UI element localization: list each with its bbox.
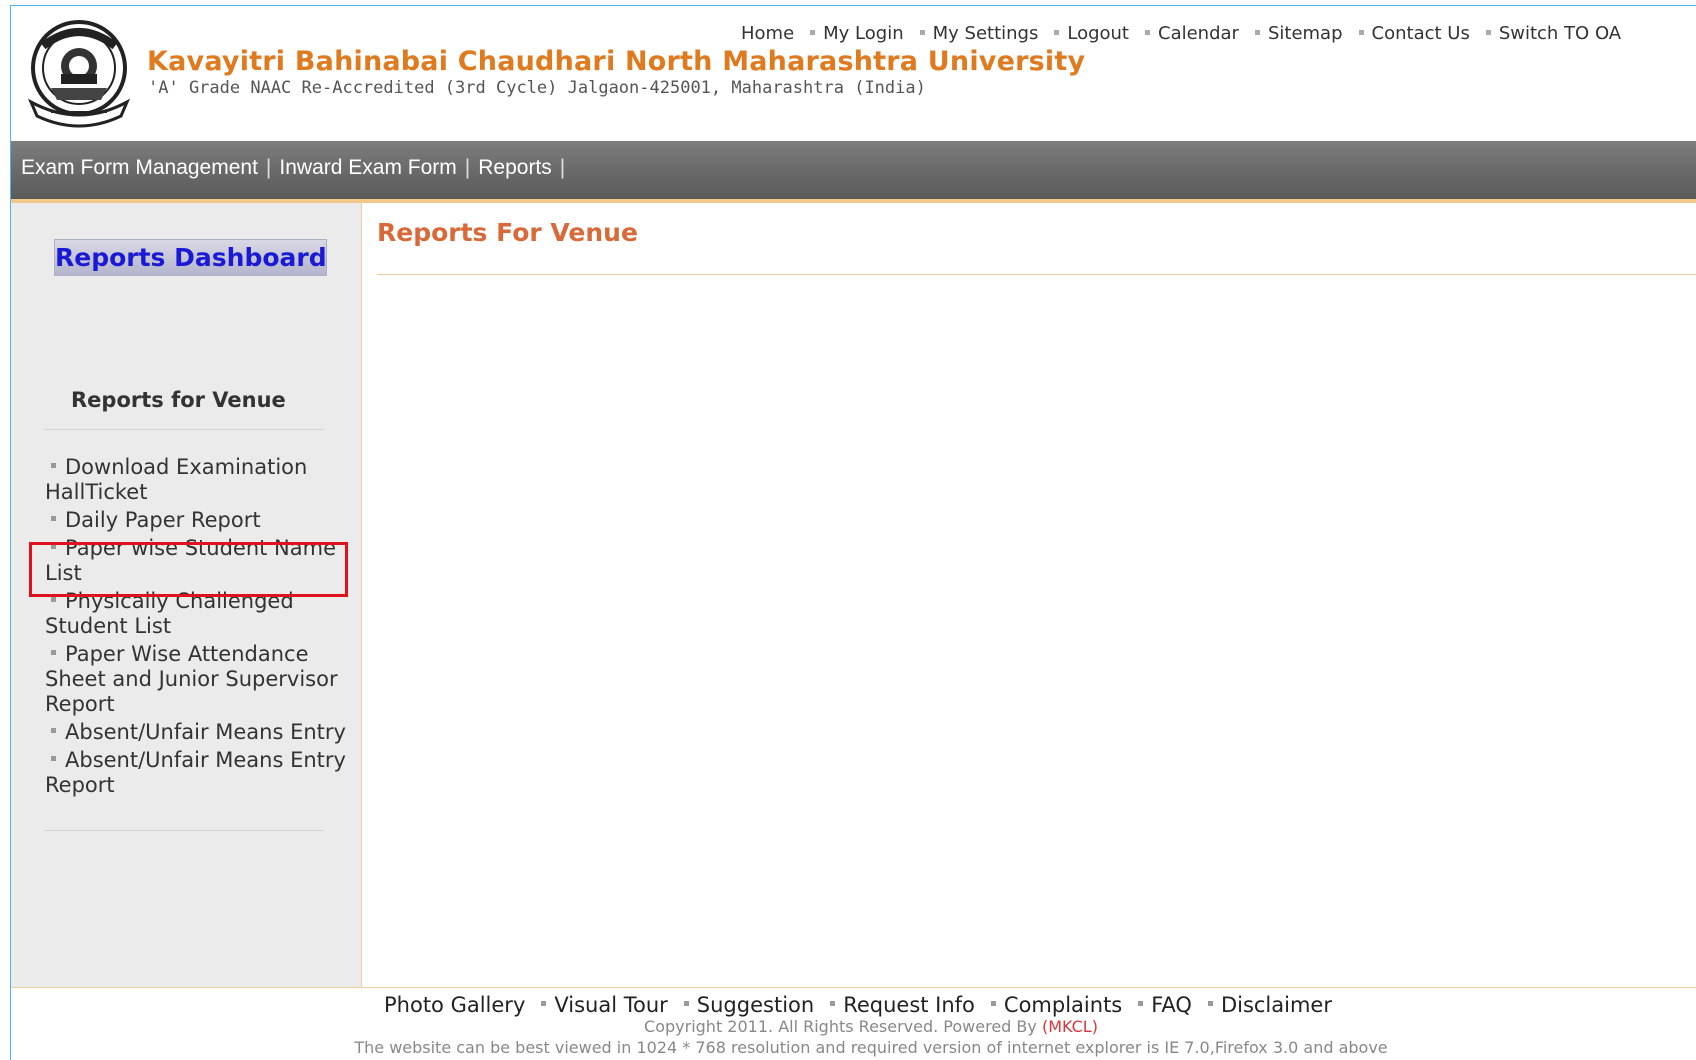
top-link-calendar[interactable]: Calendar xyxy=(1158,23,1239,44)
university-title: Kavayitri Bahinabai Chaudhari North Maha… xyxy=(147,46,1086,77)
sidebar-item-absent-unfair-entry-report[interactable]: Absent/Unfair Means Entry Report xyxy=(45,748,361,798)
sidebar-divider xyxy=(44,429,324,430)
bullet-icon xyxy=(990,1001,996,1006)
bullet-icon xyxy=(51,516,56,521)
top-link-logout[interactable]: Logout xyxy=(1067,23,1129,44)
bullet-icon xyxy=(541,1001,547,1006)
university-subtitle: 'A' Grade NAAC Re-Accredited (3rd Cycle)… xyxy=(148,78,926,98)
bullet-icon xyxy=(1138,1001,1144,1006)
sidebar-item-label: Download Examination HallTicket xyxy=(45,455,308,504)
main-nav-bar: Exam Form Management | Inward Exam Form | Re… xyxy=(11,141,1696,203)
footer-link-complaints[interactable]: Complaints xyxy=(1004,993,1122,1017)
footer-link-request-info[interactable]: Request Info xyxy=(843,993,975,1017)
highlight-annotation-box xyxy=(29,542,348,597)
bullet-icon xyxy=(1485,30,1491,35)
mkcl-link[interactable]: (MKCL) xyxy=(1042,1017,1098,1036)
footer-link-suggestion[interactable]: Suggestion xyxy=(697,993,814,1017)
sidebar-heading: Reports for Venue xyxy=(71,388,286,412)
nav-items: Exam Form Management | Inward Exam Form | Re… xyxy=(21,156,573,180)
bullet-icon xyxy=(51,650,56,655)
footer-link-visual-tour[interactable]: Visual Tour xyxy=(554,993,667,1017)
bullet-icon xyxy=(1145,30,1150,35)
top-link-contact-us[interactable]: Contact Us xyxy=(1372,23,1470,44)
sidebar-item-absent-unfair-entry[interactable]: Absent/Unfair Means Entry xyxy=(45,720,361,745)
sidebar: Reports Dashboard Reports for Venue Down… xyxy=(11,203,362,987)
sidebar-report-list: Download Examination HallTicket Daily Pa… xyxy=(45,455,361,801)
bullet-icon xyxy=(1054,30,1060,35)
nav-separator: | xyxy=(464,156,471,179)
bullet-icon xyxy=(51,597,56,602)
sidebar-item-label: Paper Wise Attendance Sheet and Junior S… xyxy=(45,642,338,716)
page-frame: Kavayitri Bahinabai Chaudhari North Maha… xyxy=(10,5,1696,1060)
nav-separator: | xyxy=(265,156,272,179)
copyright-prefix: Copyright 2011. All Rights Reserved. Pow… xyxy=(644,1017,1037,1036)
top-link-home[interactable]: Home xyxy=(741,23,794,44)
copyright-text: Copyright 2011. All Rights Reserved. Pow… xyxy=(11,1017,1696,1036)
top-link-sitemap[interactable]: Sitemap xyxy=(1268,23,1343,44)
bullet-icon xyxy=(683,1001,689,1006)
bullet-icon xyxy=(51,756,56,761)
university-logo-icon xyxy=(21,16,137,132)
footer-links: Photo Gallery Visual Tour Suggestion Reques… xyxy=(384,993,1344,1017)
bullet-icon xyxy=(919,30,925,35)
bullet-icon xyxy=(810,30,816,35)
bullet-icon xyxy=(51,728,56,733)
nav-exam-form-management[interactable]: Exam Form Management xyxy=(21,156,258,179)
sidebar-item-label: Daily Paper Report xyxy=(65,508,261,532)
footer-link-disclaimer[interactable]: Disclaimer xyxy=(1221,993,1332,1017)
bullet-icon xyxy=(1254,30,1260,35)
bullet-icon xyxy=(51,463,56,468)
sidebar-item-download-hallticket[interactable]: Download Examination HallTicket xyxy=(45,455,361,505)
sidebar-item-attendance-sheet-report[interactable]: Paper Wise Attendance Sheet and Junior S… xyxy=(45,642,361,717)
footer-divider xyxy=(11,987,1696,988)
sidebar-item-label: Absent/Unfair Means Entry Report xyxy=(45,748,346,797)
sidebar-item-label: Absent/Unfair Means Entry xyxy=(65,720,346,744)
reports-dashboard-button[interactable]: Reports Dashboard xyxy=(54,239,327,276)
best-view-note: The website can be best viewed in 1024 *… xyxy=(354,1038,1388,1057)
nav-separator: | xyxy=(559,156,566,179)
sidebar-item-daily-paper-report[interactable]: Daily Paper Report xyxy=(45,508,361,533)
footer-link-faq[interactable]: FAQ xyxy=(1151,993,1192,1017)
nav-reports[interactable]: Reports xyxy=(478,156,552,179)
header: Kavayitri Bahinabai Chaudhari North Maha… xyxy=(11,6,1696,141)
page-title: Reports For Venue xyxy=(377,218,638,247)
top-link-my-login[interactable]: My Login xyxy=(823,23,903,44)
top-link-switch-to-oa[interactable]: Switch TO OA xyxy=(1499,23,1621,44)
bullet-icon xyxy=(1207,1001,1213,1006)
top-link-my-settings[interactable]: My Settings xyxy=(933,23,1039,44)
top-links: Home My Login My Settings Logout Calendar Sit… xyxy=(741,23,1633,44)
footer-link-photo-gallery[interactable]: Photo Gallery xyxy=(384,993,525,1017)
sidebar-divider xyxy=(44,830,324,831)
nav-inward-exam-form[interactable]: Inward Exam Form xyxy=(279,156,456,179)
bullet-icon xyxy=(1358,30,1364,35)
bullet-icon xyxy=(830,1001,836,1006)
title-divider xyxy=(377,274,1696,275)
